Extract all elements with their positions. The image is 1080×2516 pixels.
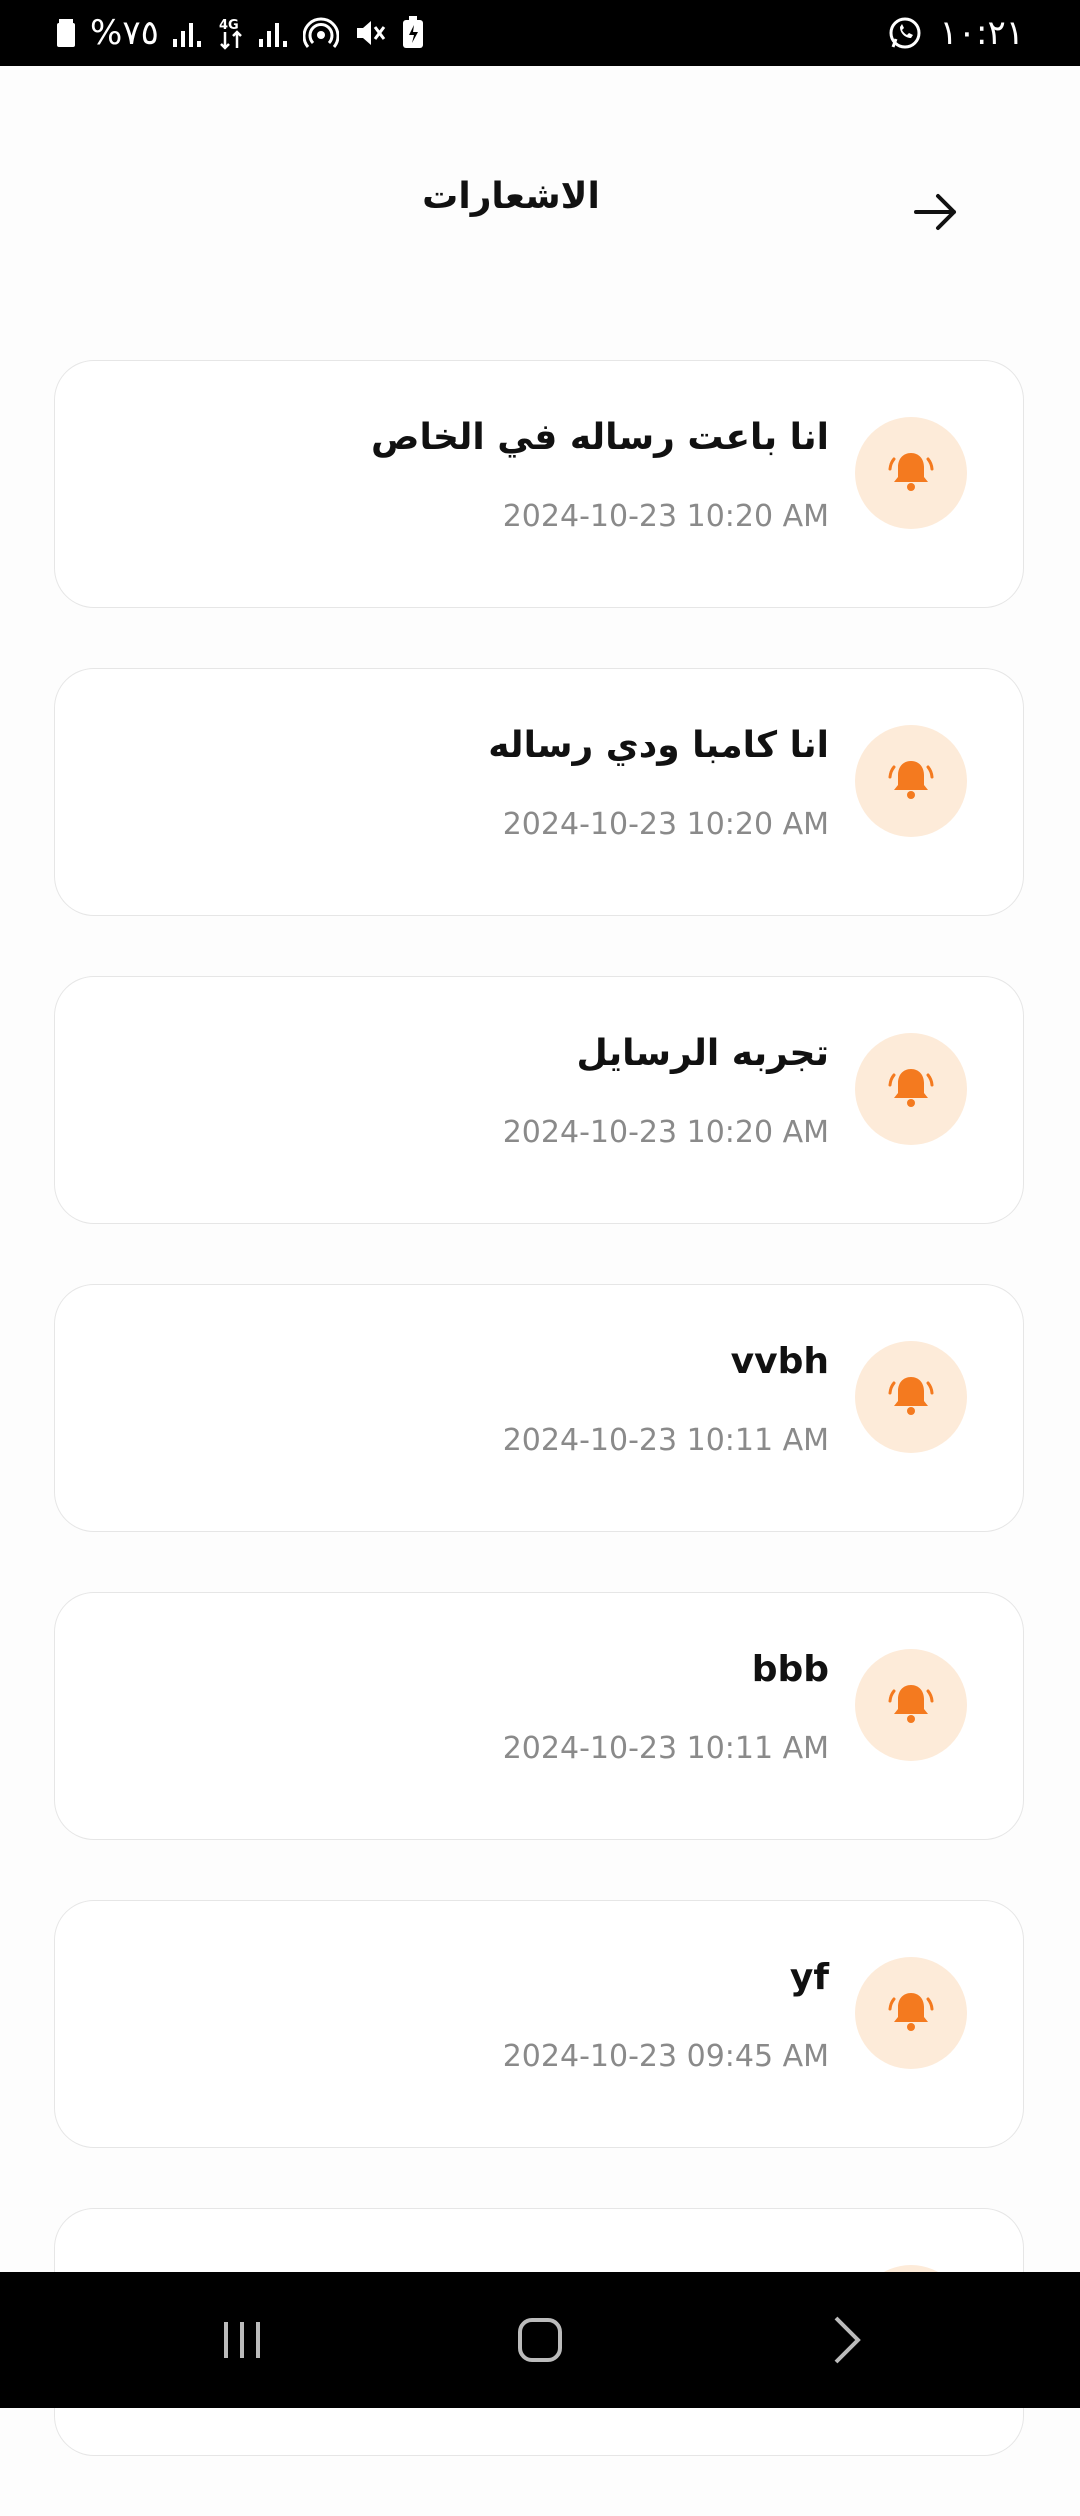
home-icon — [515, 2315, 565, 2369]
page-title: الاشعارات — [422, 176, 600, 217]
svg-text:4G: 4G — [219, 18, 239, 33]
notification-time: 2024-10-23 10:11 AM — [502, 1731, 829, 1766]
bell-icon-container — [855, 1033, 967, 1145]
notification-title: تجربه الرسايل — [576, 1033, 829, 1074]
recent-apps-button[interactable] — [210, 2310, 274, 2374]
hotspot-icon — [302, 15, 339, 51]
notification-list: انا باعت رساله في الخاص 2024-10-23 10:20… — [54, 360, 1026, 2516]
bell-icon-container — [855, 417, 967, 529]
notification-time: 2024-10-23 10:20 AM — [502, 499, 829, 534]
chevron-right-icon — [826, 2314, 866, 2370]
bell-icon — [885, 445, 937, 501]
notification-card[interactable]: انا كامبا ودي رساله 2024-10-23 10:20 AM — [54, 668, 1024, 916]
mute-icon — [353, 16, 387, 50]
notification-title: yf — [789, 1957, 829, 1998]
status-bar-right: ١٠:٢١ — [887, 0, 1024, 66]
bell-icon — [885, 1061, 937, 1117]
notification-time: 2024-10-23 10:20 AM — [502, 807, 829, 842]
signal-icon — [172, 19, 203, 47]
notification-card[interactable]: تجربه الرسايل 2024-10-23 10:20 AM — [54, 976, 1024, 1224]
bell-icon-container — [855, 1649, 967, 1761]
notification-time: 2024-10-23 09:45 AM — [502, 2039, 829, 2074]
status-bar-left: %٧٥ 4G — [56, 0, 425, 66]
battery-saver-icon — [401, 16, 425, 50]
battery-percent: %٧٥ — [90, 13, 159, 53]
notification-card[interactable]: vvbh 2024-10-23 10:11 AM — [54, 1284, 1024, 1532]
back-nav-button[interactable] — [814, 2310, 878, 2374]
notification-card[interactable]: انا باعت رساله في الخاص 2024-10-23 10:20… — [54, 360, 1024, 608]
bell-icon-container — [855, 1957, 967, 2069]
arrow-right-icon — [912, 192, 960, 236]
system-nav-bar — [0, 2272, 1080, 2408]
notification-title: bbb — [751, 1649, 829, 1690]
clock: ١٠:٢١ — [939, 13, 1024, 53]
back-button[interactable] — [904, 182, 968, 246]
notification-card[interactable]: yf 2024-10-23 09:45 AM — [54, 1900, 1024, 2148]
bell-icon — [885, 1985, 937, 2041]
signal-2-icon — [258, 19, 289, 47]
bell-icon — [885, 753, 937, 809]
bell-icon — [885, 1677, 937, 1733]
header: الاشعارات — [0, 66, 1080, 286]
network-4g-icon: 4G — [217, 16, 245, 50]
bell-icon-container — [855, 1341, 967, 1453]
home-button[interactable] — [508, 2310, 572, 2374]
notification-time: 2024-10-23 10:11 AM — [502, 1423, 829, 1458]
notification-title: انا باعت رساله في الخاص — [371, 417, 829, 458]
notification-card[interactable]: bbb 2024-10-23 10:11 AM — [54, 1592, 1024, 1840]
notification-title: vvbh — [730, 1341, 829, 1382]
battery-icon — [56, 18, 76, 48]
status-bar: %٧٥ 4G ١٠:٢١ — [0, 0, 1080, 66]
notification-time: 2024-10-23 10:20 AM — [502, 1115, 829, 1150]
bell-icon — [885, 1369, 937, 1425]
whatsapp-icon — [887, 15, 923, 51]
bell-icon-container — [855, 725, 967, 837]
recent-apps-icon — [218, 2316, 266, 2368]
notification-title: انا كامبا ودي رساله — [488, 725, 829, 766]
